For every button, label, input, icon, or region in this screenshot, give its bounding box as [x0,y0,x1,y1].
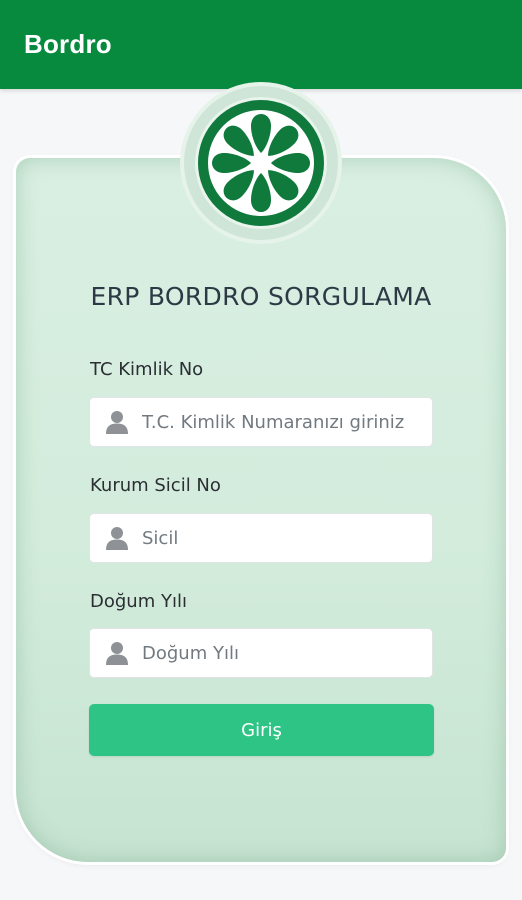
tc-kimlik-field[interactable] [89,397,433,447]
logo [184,86,338,240]
dogum-yili-input[interactable] [142,642,432,664]
dogum-yili-label: Doğum Yılı [90,591,187,612]
kurum-sicil-label: Kurum Sicil No [90,475,221,496]
person-icon [106,411,128,434]
kurum-sicil-field[interactable] [89,513,433,563]
dogum-yili-field[interactable] [89,628,433,678]
app-bar: Bordro [0,0,522,89]
flower-logo-icon [195,97,327,229]
kurum-sicil-input[interactable] [142,527,432,549]
person-icon [106,527,128,550]
tc-kimlik-label: TC Kimlik No [90,359,204,380]
app-title: Bordro [24,29,112,59]
tc-kimlik-input[interactable] [142,411,432,433]
person-icon [106,642,128,665]
login-card [16,158,506,862]
login-button[interactable]: Giriş [89,704,434,756]
form-heading: ERP BORDRO SORGULAMA [90,282,432,311]
